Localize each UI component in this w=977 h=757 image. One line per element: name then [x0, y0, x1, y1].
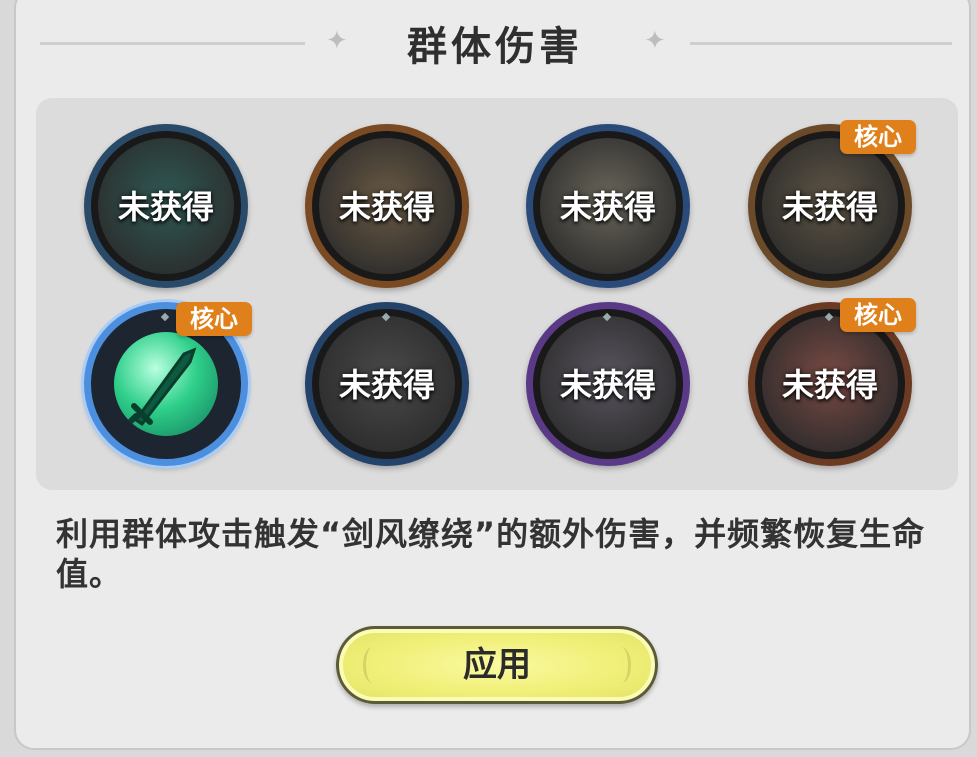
locked-status: 未获得 [338, 188, 435, 226]
sword-wind-icon [114, 332, 218, 436]
locked-status: 未获得 [559, 188, 656, 226]
skill-slot[interactable]: 未获得 [526, 124, 690, 288]
sparkle-icon: ✦ [644, 26, 666, 56]
locked-status: 未获得 [117, 188, 214, 226]
panel-header: ✦ 群体伤害 ✦ [0, 0, 977, 90]
panel-title: 群体伤害 [407, 24, 583, 70]
sparkle-icon: ✦ [326, 26, 348, 56]
apply-button[interactable]: 应用 [336, 626, 658, 704]
core-badge: 核心 [176, 302, 252, 336]
skill-slot[interactable]: 未获得 [305, 124, 469, 288]
core-badge: 核心 [840, 298, 916, 332]
core-badge: 核心 [840, 120, 916, 154]
header-divider-right [690, 42, 952, 45]
skill-slot[interactable]: 未获得 [305, 302, 469, 466]
skill-description: 利用群体攻击触发“剑风缭绕”的额外伤害，并频繁恢复生命值。 [56, 515, 926, 593]
apply-button-label: 应用 [463, 645, 531, 685]
skill-slot[interactable]: 未获得 核心 [748, 298, 916, 466]
locked-status: 未获得 [781, 188, 878, 226]
locked-status: 未获得 [781, 366, 878, 404]
skill-slot[interactable]: 核心 [84, 302, 252, 466]
skill-slot[interactable]: 未获得 [526, 302, 690, 466]
skill-slot[interactable]: 未获得 核心 [748, 120, 916, 288]
skill-slot[interactable]: 未获得 [84, 124, 248, 288]
header-divider-left [40, 42, 305, 45]
locked-status: 未获得 [338, 366, 435, 404]
locked-status: 未获得 [559, 366, 656, 404]
